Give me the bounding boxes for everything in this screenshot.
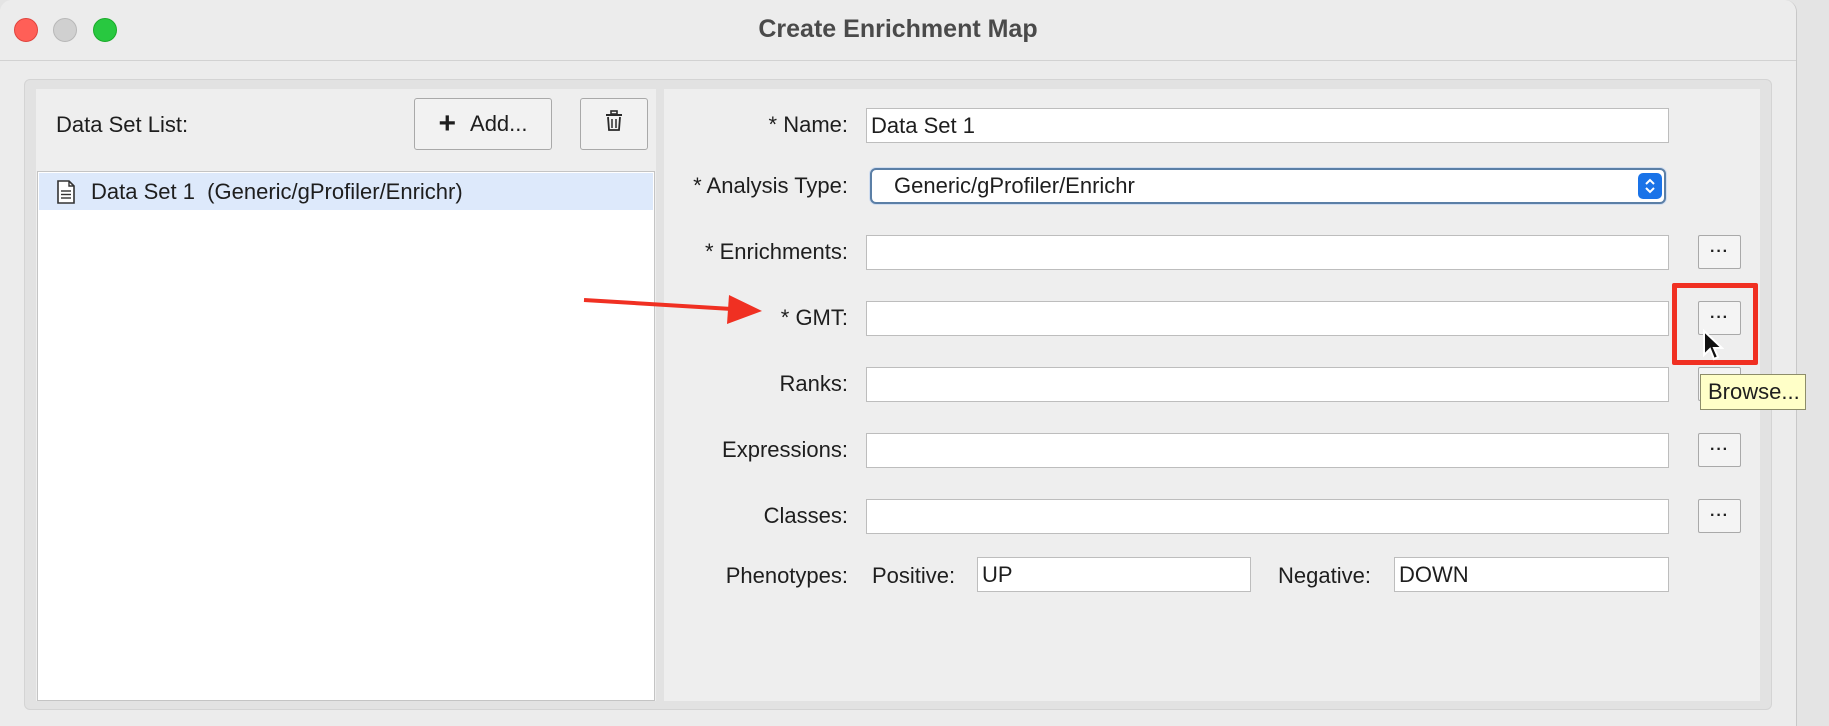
expressions-label: Expressions: [722, 437, 848, 462]
positive-phenotype-field[interactable]: UP [977, 557, 1251, 592]
name-field[interactable]: Data Set 1 [866, 108, 1669, 143]
enrichments-browse-button[interactable]: ··· [1698, 235, 1741, 269]
gmt-field[interactable] [866, 301, 1669, 336]
browse-tooltip: Browse... [1700, 374, 1806, 410]
negative-phenotype-field[interactable]: DOWN [1394, 557, 1669, 592]
list-item-label: Data Set 1 (Generic/gProfiler/Enrichr) [91, 178, 463, 204]
classes-label: Classes: [763, 503, 848, 528]
red-arrow-annotation [582, 286, 764, 333]
expressions-field[interactable] [866, 433, 1669, 468]
ranks-label: Ranks: [779, 371, 848, 396]
analysis-type-value: Generic/gProfiler/Enrichr [894, 173, 1135, 198]
mouse-pointer-icon [1702, 328, 1725, 368]
expressions-browse-button[interactable]: ··· [1698, 433, 1741, 467]
analysis-type-select[interactable]: Generic/gProfiler/Enrichr [870, 168, 1666, 204]
window-title: Create Enrichment Map [758, 15, 1038, 43]
chevron-updown-icon [1638, 173, 1662, 199]
phenotypes-label: Phenotypes: [725, 563, 848, 588]
analysis-type-label: * Analysis Type: [693, 173, 848, 198]
plus-icon: + [438, 107, 457, 140]
negative-label: Negative: [1278, 563, 1371, 588]
document-icon [53, 179, 79, 205]
add-button-label: Add... [470, 111, 528, 136]
classes-browse-button[interactable]: ··· [1698, 499, 1741, 533]
add-dataset-button[interactable]: + Add... [414, 98, 552, 150]
ranks-field[interactable] [866, 367, 1669, 402]
positive-label: Positive: [872, 563, 956, 588]
name-label: * Name: [768, 112, 848, 137]
title-bar: Create Enrichment Map [0, 0, 1796, 61]
classes-field[interactable] [866, 499, 1669, 534]
enrichments-field[interactable] [866, 235, 1669, 270]
dataset-list-label: Data Set List: [56, 112, 189, 137]
enrichments-label: * Enrichments: [704, 239, 848, 264]
